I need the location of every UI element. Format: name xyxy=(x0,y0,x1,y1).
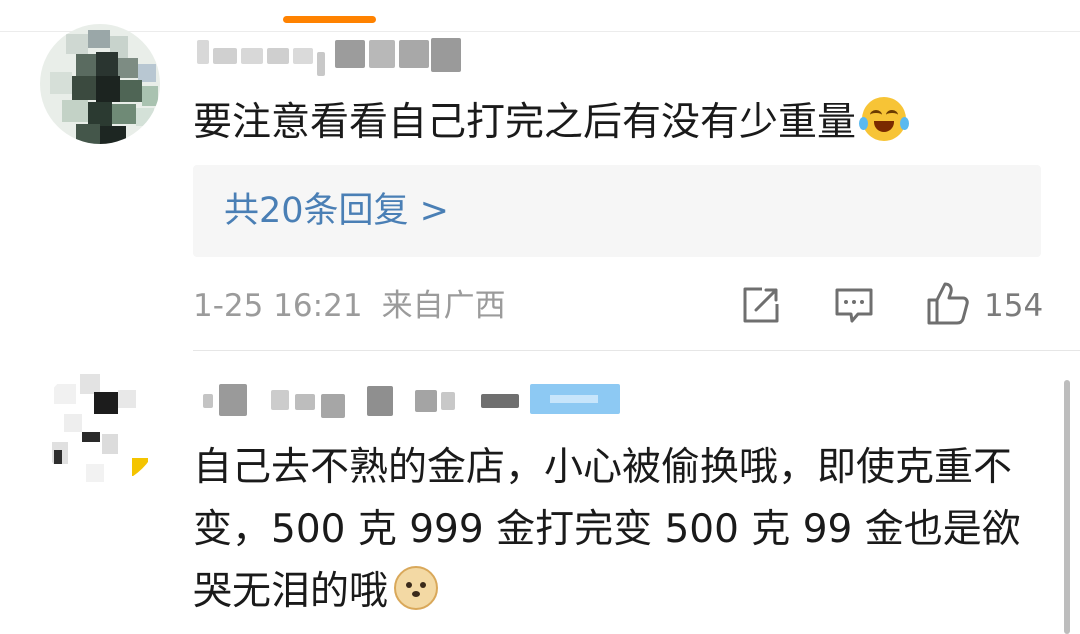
comment-meta: 1-25 16:21 来自广西 xyxy=(193,282,506,330)
replies-panel[interactable]: 共20条回复 > xyxy=(193,165,1041,257)
laugh-cry-icon xyxy=(859,97,910,141)
comment-text: 自己去不熟的金店，小心被偷换哦，即使克重不变，500 克 999 金打完变 50… xyxy=(193,437,1053,623)
username[interactable] xyxy=(195,378,525,422)
comment-time: 1-25 16:21 xyxy=(193,288,363,324)
comments-screen: 要注意看看自己打完之后有没有少重量 共20条回复 > 1-25 16:21 来自… xyxy=(0,0,1080,634)
like-icon[interactable] xyxy=(926,280,970,326)
comment-icon[interactable] xyxy=(834,286,874,326)
share-icon[interactable] xyxy=(740,284,782,326)
top-divider xyxy=(0,31,1080,32)
active-tab-indicator xyxy=(283,16,376,23)
like-count: 154 xyxy=(984,288,1044,324)
member-badge xyxy=(530,384,620,414)
comment-text-content: 要注意看看自己打完之后有没有少重量 xyxy=(193,100,857,145)
username[interactable] xyxy=(195,34,465,78)
avatar[interactable] xyxy=(40,366,160,486)
comment-divider xyxy=(193,350,1080,351)
comment-location: 来自广西 xyxy=(381,288,506,324)
comment-text-content: 自己去不熟的金店，小心被偷换哦，即使克重不变，500 克 999 金打完变 50… xyxy=(193,445,1021,614)
scrollbar[interactable] xyxy=(1064,380,1070,634)
avatar[interactable] xyxy=(40,24,160,144)
comment-text: 要注意看看自己打完之后有没有少重量 xyxy=(193,92,1053,154)
doge-icon xyxy=(394,566,439,610)
view-replies-link[interactable]: 共20条回复 > xyxy=(224,187,449,235)
